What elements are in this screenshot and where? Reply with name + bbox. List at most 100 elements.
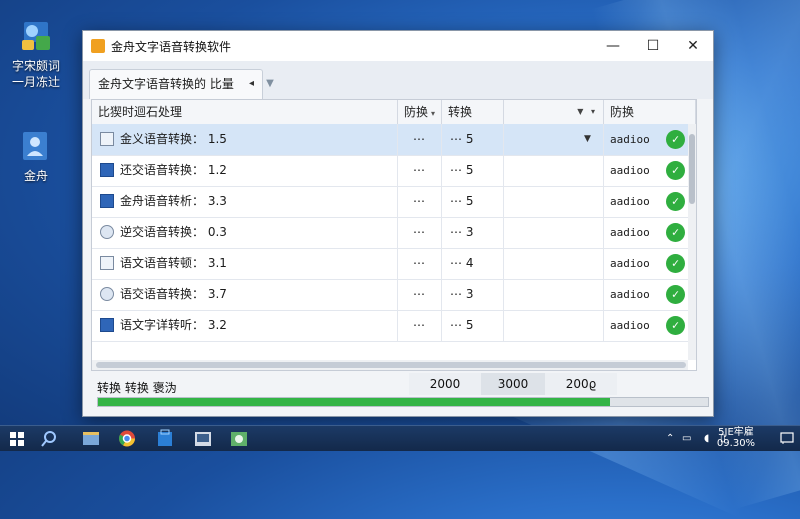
store-icon[interactable]	[152, 428, 178, 449]
control-panel-icon	[22, 22, 50, 50]
row-cell[interactable]	[504, 155, 604, 186]
row-cell[interactable]: ⋯ 3	[442, 279, 504, 310]
tab-main[interactable]: 金舟文字语音转换的 比量 ◂	[89, 69, 263, 99]
row-cell[interactable]: ⋯ 5	[442, 155, 504, 186]
row-name-cell: 逆交语音转换： 0.3	[92, 217, 398, 248]
row-format: aadioo	[610, 257, 650, 270]
column-header-3[interactable]: 转换	[442, 100, 504, 124]
desktop-icon-label: 金舟	[23, 169, 48, 183]
progress-segment-label: 200ϱ	[545, 373, 617, 395]
file-explorer-icon[interactable]	[78, 428, 104, 449]
sort-down-icon: ▾	[431, 109, 436, 118]
status-area: 转换 转换 褒沩 2000 3000 200ϱ	[91, 371, 709, 411]
row-cell[interactable]: ⋯	[398, 217, 442, 248]
network-icon[interactable]: ▭	[682, 433, 691, 444]
window-title: 金舟文字语音转换软件	[111, 40, 232, 54]
app-logo-icon	[91, 39, 105, 53]
check-circle-icon: ✓	[666, 223, 685, 242]
clock[interactable]: 5JE牢雇 09.30%	[706, 427, 766, 449]
table-row[interactable]: 金舟语音转析： 3.3 ⋯ ⋯ 5 aadioo ✓	[92, 186, 696, 218]
row-cell[interactable]	[504, 217, 604, 248]
desktop-icon-label: 字宋颇词	[11, 59, 60, 73]
maximize-button[interactable]: ☐	[633, 31, 673, 61]
row-cell[interactable]	[504, 248, 604, 279]
row-cell[interactable]: ⋯ 5	[442, 124, 504, 155]
row-value: 1.2	[207, 163, 227, 177]
title-bar[interactable]: 金舟文字语音转换软件 — ☐ ✕	[83, 31, 713, 62]
column-header-4[interactable]: ▼ ▾	[504, 100, 604, 124]
tab-strip: 金舟文字语音转换的 比量 ◂ ▼	[83, 61, 713, 99]
row-cell[interactable]: ⋯ 4	[442, 248, 504, 279]
row-cell[interactable]: ⋯	[398, 186, 442, 217]
row-format-cell: aadioo ✓	[604, 310, 696, 341]
chevron-down-icon[interactable]: ▼ ▾	[577, 100, 595, 124]
desktop-icon-label: 一月冻辻	[11, 75, 60, 89]
row-name-cell: 还交语音转换： 1.2	[92, 155, 398, 186]
tray-arrow-icon[interactable]: ⌃	[666, 433, 674, 444]
row-cell[interactable]: ⋯	[398, 279, 442, 310]
table-row[interactable]: 语交语音转换： 3.7 ⋯ ⋯ 3 aadioo ✓	[92, 279, 696, 311]
row-cell[interactable]: ⋯	[398, 155, 442, 186]
horizontal-scrollbar[interactable]	[92, 360, 688, 370]
progress-segment-label: 2000	[409, 373, 481, 395]
scroll-thumb[interactable]	[96, 362, 686, 368]
check-circle-icon: ✓	[666, 316, 685, 335]
app-taskbar-icon[interactable]	[190, 428, 216, 449]
tab-dropdown-icon[interactable]: ▼	[263, 77, 277, 91]
row-cell[interactable]	[504, 310, 604, 341]
check-circle-icon: ✓	[666, 161, 685, 180]
minimize-button[interactable]: —	[593, 31, 633, 61]
table-row[interactable]: 金义语音转换： 1.5 ⋯ ⋯ 5 ▼ aadioo ✓	[92, 124, 696, 156]
column-header-2[interactable]: 防换 ▾	[398, 100, 442, 124]
close-button[interactable]: ✕	[673, 31, 713, 61]
search-icon[interactable]	[38, 428, 64, 449]
row-name: 语交语音转换	[120, 287, 193, 301]
row-cell[interactable]: ⋯	[398, 248, 442, 279]
row-value: 0.3	[207, 225, 227, 239]
row-format: aadioo	[610, 164, 650, 177]
row-name: 还交语音转换	[120, 163, 193, 177]
row-cell[interactable]: ⋯ 3	[442, 217, 504, 248]
file-icon	[100, 256, 114, 270]
table-row[interactable]: 语文语音转顿： 3.1 ⋯ ⋯ 4 aadioo ✓	[92, 248, 696, 280]
table-row[interactable]: 语文字详转听： 3.2 ⋯ ⋯ 5 aadioo ✓	[92, 310, 696, 342]
row-cell[interactable]: ⋯ 5	[442, 186, 504, 217]
column-header-name[interactable]: 比猰时迴石处理	[92, 100, 398, 124]
row-cell[interactable]	[504, 186, 604, 217]
row-cell[interactable]: ▼	[504, 124, 604, 155]
row-format: aadioo	[610, 319, 650, 332]
row-cell[interactable]	[504, 279, 604, 310]
photos-icon[interactable]	[226, 428, 252, 449]
row-cell[interactable]: ⋯ 5	[442, 310, 504, 341]
vertical-scrollbar[interactable]	[688, 124, 696, 360]
progress-fill	[98, 398, 611, 406]
table-row[interactable]: 逆交语音转换： 0.3 ⋯ ⋯ 3 aadioo ✓	[92, 217, 696, 249]
column-header-5[interactable]: 防换	[604, 100, 696, 124]
file-icon	[100, 163, 114, 177]
notification-icon[interactable]	[780, 431, 794, 445]
row-cell[interactable]: ⋯	[398, 124, 442, 155]
row-value: 3.7	[207, 287, 227, 301]
taskbar: ⌃ ▭ ◖ ▯ 5JE牢雇 09.30%	[0, 425, 800, 451]
chevron-down-icon[interactable]: ▼	[584, 124, 591, 155]
clock-line: 09.30%	[716, 438, 756, 449]
chrome-icon[interactable]	[114, 428, 140, 449]
windows-start-icon[interactable]	[10, 432, 24, 446]
status-text: 转换 转换 褒沩	[97, 381, 177, 395]
row-format-cell: aadioo ✓	[604, 217, 696, 248]
row-name-cell: 语文字详转听： 3.2	[92, 310, 398, 341]
scroll-thumb[interactable]	[689, 134, 695, 204]
row-value: 1.5	[207, 132, 227, 146]
row-format: aadioo	[610, 226, 650, 239]
desktop-icon-jinzhou[interactable]: 金舟	[0, 128, 72, 184]
desktop-icon-control-panel[interactable]: 字宋颇词 一月冻辻	[0, 18, 72, 90]
file-icon	[100, 287, 114, 301]
row-format: aadioo	[610, 288, 650, 301]
file-icon	[100, 194, 114, 208]
file-icon	[100, 318, 114, 332]
table-row[interactable]: 还交语音转换： 1.2 ⋯ ⋯ 5 aadioo ✓	[92, 155, 696, 187]
row-name-cell: 金义语音转换： 1.5	[92, 124, 398, 155]
row-format-cell: aadioo ✓	[604, 186, 696, 217]
clock-line: 5JE牢雇	[718, 427, 754, 438]
row-cell[interactable]: ⋯	[398, 310, 442, 341]
